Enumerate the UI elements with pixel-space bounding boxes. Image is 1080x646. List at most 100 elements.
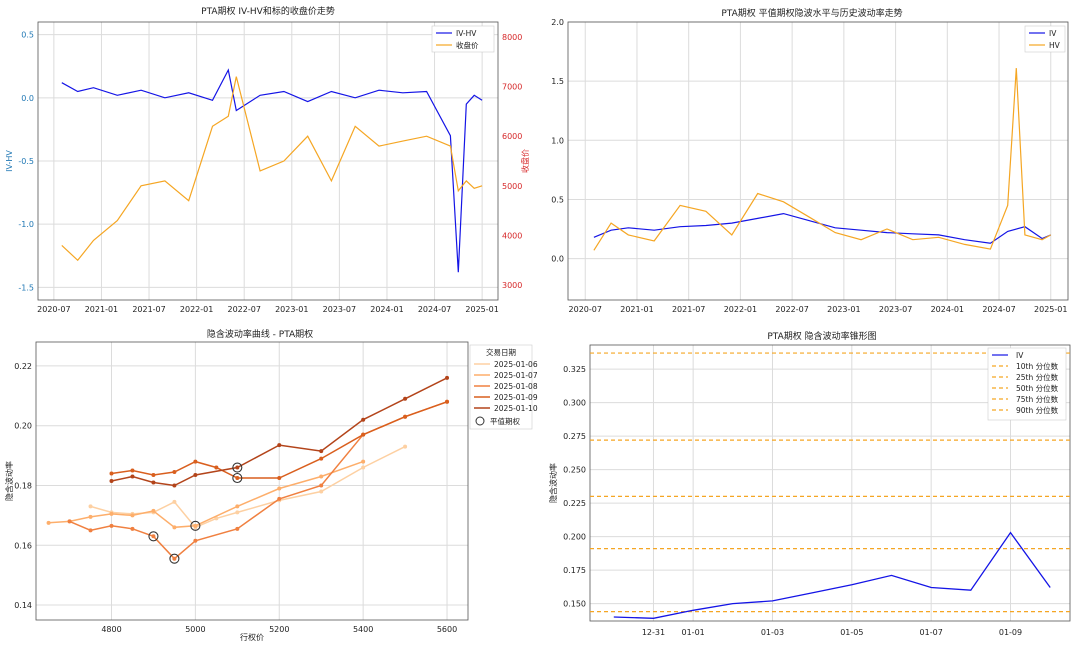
data-point [193,523,198,528]
x-tick-label: 2022-07 [227,305,260,314]
y-tick-label: 0.300 [563,399,586,408]
y-tick-label: -1.5 [18,283,34,292]
data-point [88,528,93,533]
legend-label-iv: IV [1016,351,1024,360]
data-point [109,479,114,483]
x-tick-label: 01-01 [682,628,705,637]
data-point [361,465,366,470]
legend-label-atm: 平值期权 [490,416,520,426]
data-point [445,399,450,404]
legend: IV 10th 分位数25th 分位数50th 分位数75th 分位数90th … [987,347,1067,421]
x-tick-label: 2022-07 [775,305,808,314]
chart-title: PTA期权 隐含波动率锥形图 [767,330,876,342]
x-tick-label: 2023-07 [323,305,356,314]
x-tick-label: 2022-01 [180,305,213,314]
legend-title: 交易日期 [486,347,516,357]
series-line-0 [593,212,1052,244]
x-tick-label: 2024-01 [370,305,403,314]
x-tick-label: 2023-01 [827,305,860,314]
x-tick-label: 2022-01 [724,305,757,314]
data-point [193,473,198,478]
legend-label-pct-2: 50th 分位数 [1016,383,1059,393]
data-point [109,471,114,476]
data-point [109,523,114,528]
data-point [172,525,177,530]
y2-tick-label: 4000 [502,231,522,240]
x-tick-label: 01-09 [999,628,1022,637]
x-tick-label: 5200 [269,625,289,634]
x-tick-label: 2025-01 [465,305,498,314]
chart-title: PTA期权 平值期权隐波水平与历史波动率走势 [721,7,902,19]
data-point [151,473,156,478]
data-point [361,459,366,464]
y2-tick-label: 6000 [502,132,522,141]
series-line-1 [48,460,364,529]
data-point [151,480,156,485]
x-tick-labels: 12-31 01-01 01-03 01-05 01-07 01-09 [642,628,1022,637]
x-tick-label: 2023-07 [879,305,912,314]
y-tick-label: 0.5 [551,195,564,204]
legend-label-pct-0: 10th 分位数 [1016,361,1059,371]
data-point [361,432,366,437]
data-point [172,470,177,475]
y-tick-label: 0.175 [563,566,586,575]
gridlines [568,21,1068,300]
iv-cone-panel: PTA期权 隐含波动率锥形图 12-31 01-01 01-03 01-05 01-07… [548,330,1071,637]
data-point [172,556,177,561]
data-point [277,443,282,448]
y-tick-labels: 0.22 0.20 0.18 0.16 0.14 [14,362,32,610]
series-line-1 [593,68,1052,251]
y-tick-label: 0.200 [563,533,586,542]
y-axis-label: IV-HV [5,150,14,172]
data-point [361,417,366,422]
series-line-1 [61,76,483,262]
y-tick-labels: 2.0 1.5 1.0 0.5 0.0 [551,18,564,264]
x-tick-label: 12-31 [642,628,665,637]
data-point [130,526,135,531]
gridlines [36,342,468,620]
y-tick-label: 0.250 [563,466,586,475]
y-tick-label: 0.20 [14,422,32,431]
x-tick-labels: 2020-07 2021-01 2021-07 2022-01 2022-07 2023-… [37,305,499,314]
y-tick-label: 0.14 [14,601,32,610]
y2-tick-label: 3000 [502,281,522,290]
x-tick-label: 2021-01 [620,305,653,314]
plot-frame [35,341,469,621]
y-tick-label: 0.0 [551,255,564,264]
data-point [235,510,240,515]
x-tick-label: 2021-07 [132,305,165,314]
y-tick-label: -0.5 [18,157,34,166]
x-tick-label: 2025-01 [1034,305,1067,314]
figure: PTA期权 IV-HV和标的收盘价走势 2020-07 2021-01 2021-0… [4,5,1071,642]
series-lines [61,68,483,273]
iv-smile-panel: 隐含波动率曲线 - PTA期权 4800 5000 5200 5400 5600 0.2… [4,328,538,642]
y2-tick-labels: 8000 7000 6000 5000 4000 3000 [502,33,522,290]
data-point [109,511,114,516]
data-point [193,538,198,543]
y-tick-label: 0.0 [21,94,34,103]
series-line-0 [61,68,483,273]
legend-label-4: 2025-01-10 [494,404,538,413]
data-point [277,496,282,501]
y-tick-label: 0.22 [14,362,32,371]
data-point [235,465,240,470]
legend: IV HV [1024,25,1066,53]
iv-hv-trend-panel: PTA期权 平值期权隐波水平与历史波动率走势 2020-07 2021-01 202… [551,7,1069,314]
data-point [403,444,408,449]
series-line-0 [90,445,406,529]
data-point [67,519,72,524]
y-tick-label: 0.275 [563,432,586,441]
series-lines [593,68,1052,251]
data-point [235,526,240,531]
data-point [193,459,198,464]
legend-label-iv-hv: IV-HV [456,29,477,38]
series-lines [46,375,450,561]
y-tick-label: 0.18 [14,481,32,490]
x-tick-label: 5600 [437,625,457,634]
x-tick-label: 2024-07 [982,305,1015,314]
legend-label-close: 收盘价 [456,40,479,50]
data-point [403,396,408,401]
x-tick-label: 01-05 [840,628,863,637]
iv-hv-price-panel: PTA期权 IV-HV和标的收盘价走势 2020-07 2021-01 2021-0… [5,5,530,314]
y-tick-label: 2.0 [551,18,564,27]
